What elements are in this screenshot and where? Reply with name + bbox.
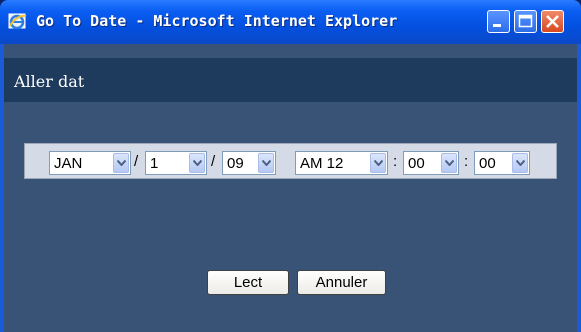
date-time-selector: JAN / 1 / 09 AM 12: 00: 00: [24, 143, 557, 179]
chevron-down-icon[interactable]: [113, 153, 129, 173]
hour-value: AM 12: [300, 155, 344, 172]
time-separator: :: [393, 153, 398, 170]
date-separator: /: [211, 153, 216, 170]
internet-explorer-icon: [8, 12, 28, 32]
hour-select[interactable]: AM 12: [295, 151, 388, 175]
close-icon: [546, 15, 559, 28]
minimize-button[interactable]: [487, 10, 510, 33]
day-select[interactable]: 1: [145, 151, 207, 175]
month-select[interactable]: JAN: [49, 151, 131, 175]
year-select[interactable]: 09: [222, 151, 276, 175]
minute-select[interactable]: 00: [403, 151, 459, 175]
browser-window: Go To Date - Microsoft Internet Explorer…: [0, 0, 581, 332]
maximize-button[interactable]: [514, 10, 537, 33]
title-bar[interactable]: Go To Date - Microsoft Internet Explorer: [0, 0, 581, 44]
day-value: 1: [150, 155, 159, 172]
minimize-icon: [493, 24, 501, 27]
second-select[interactable]: 00: [474, 151, 530, 175]
dialog-header: Aller dat: [4, 58, 577, 102]
close-button[interactable]: [541, 10, 564, 33]
time-separator: :: [464, 153, 469, 170]
chevron-down-icon[interactable]: [189, 153, 205, 173]
chevron-down-icon[interactable]: [441, 153, 457, 173]
second-value: 00: [479, 155, 496, 172]
date-separator: /: [134, 153, 139, 170]
chevron-down-icon[interactable]: [258, 153, 274, 173]
window-title: Go To Date - Microsoft Internet Explorer: [36, 12, 398, 30]
maximize-icon: [518, 14, 533, 28]
window-frame-right: [577, 44, 581, 332]
dialog-title: Aller dat: [14, 72, 85, 91]
chevron-down-icon[interactable]: [512, 153, 528, 173]
dialog-content: Aller dat JAN / 1 / 09 AM 12: 00: 00 L…: [4, 44, 577, 332]
month-value: JAN: [54, 155, 83, 172]
year-value: 09: [227, 155, 244, 172]
cancel-button[interactable]: Annuler: [297, 270, 386, 295]
minute-value: 00: [408, 155, 425, 172]
read-button[interactable]: Lect: [207, 270, 289, 295]
chevron-down-icon[interactable]: [370, 153, 386, 173]
